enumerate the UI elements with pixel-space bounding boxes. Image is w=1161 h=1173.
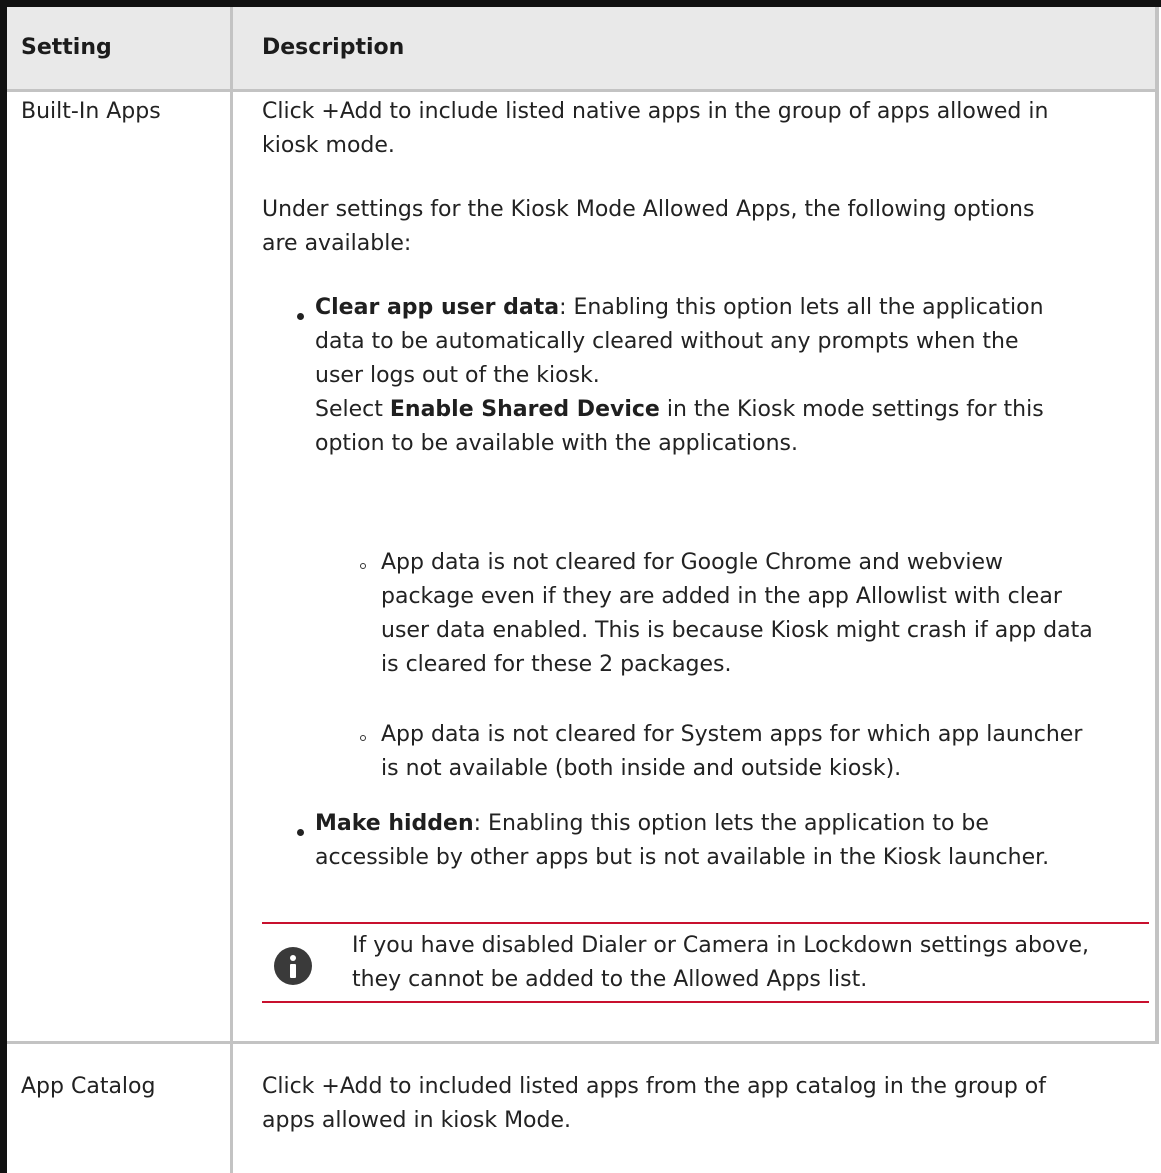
sub-bullet-icon xyxy=(360,735,366,741)
note-bottom-rule xyxy=(262,1001,1149,1003)
table-right-border xyxy=(1155,7,1159,1044)
note-text: If you have disabled Dialer or Camera in… xyxy=(352,933,1089,958)
header-setting: Setting xyxy=(21,35,112,60)
column-divider xyxy=(230,7,233,1173)
clear-app-line1: Clear app user data: Enabling this optio… xyxy=(315,295,1044,320)
term-clear-app-user-data: Clear app user data xyxy=(315,295,560,320)
header-description: Description xyxy=(262,35,405,60)
description-line: App data is not cleared for System apps … xyxy=(381,722,1083,747)
note-top-rule xyxy=(262,922,1149,924)
description-line: option to be available with the applicat… xyxy=(315,431,799,456)
row-divider xyxy=(7,1041,1159,1044)
clear-app-line4: Select Enable Shared Device in the Kiosk… xyxy=(315,397,1044,422)
description-line: are available: xyxy=(262,231,412,256)
bullet-icon xyxy=(297,313,304,320)
description-line: accessible by other apps but is not avai… xyxy=(315,845,1050,870)
description-line: Click +Add to included listed apps from … xyxy=(262,1074,1046,1099)
setting-app-catalog: App Catalog xyxy=(21,1074,156,1099)
description-line: is not available (both inside and outsid… xyxy=(381,756,902,781)
term-make-hidden: Make hidden xyxy=(315,811,474,836)
table-left-border xyxy=(0,0,7,1173)
sub-bullet-icon xyxy=(360,563,366,569)
description-line: Under settings for the Kiosk Mode Allowe… xyxy=(262,197,1035,222)
description-line: package even if they are added in the ap… xyxy=(381,584,1062,609)
term-enable-shared-device: Enable Shared Device xyxy=(389,397,660,422)
description-line: App data is not cleared for Google Chrom… xyxy=(381,550,1004,575)
setting-built-in-apps: Built-In Apps xyxy=(21,99,161,124)
description-line: data to be automatically cleared without… xyxy=(315,329,1019,354)
info-icon xyxy=(274,947,312,985)
description-line: user logs out of the kiosk. xyxy=(315,363,600,388)
description-line: is cleared for these 2 packages. xyxy=(381,652,732,677)
table-header-row xyxy=(7,7,1156,90)
description-line: Click +Add to include listed native apps… xyxy=(262,99,1049,124)
description-line: apps allowed in kiosk Mode. xyxy=(262,1108,572,1133)
table-top-border xyxy=(0,0,1161,7)
description-line: user data enabled. This is because Kiosk… xyxy=(381,618,1093,643)
description-line: kiosk mode. xyxy=(262,133,395,158)
note-text: they cannot be added to the Allowed Apps… xyxy=(352,967,868,992)
make-hidden-line1: Make hidden: Enabling this option lets t… xyxy=(315,811,989,836)
header-row-divider xyxy=(7,89,1159,92)
bullet-icon xyxy=(297,829,304,836)
